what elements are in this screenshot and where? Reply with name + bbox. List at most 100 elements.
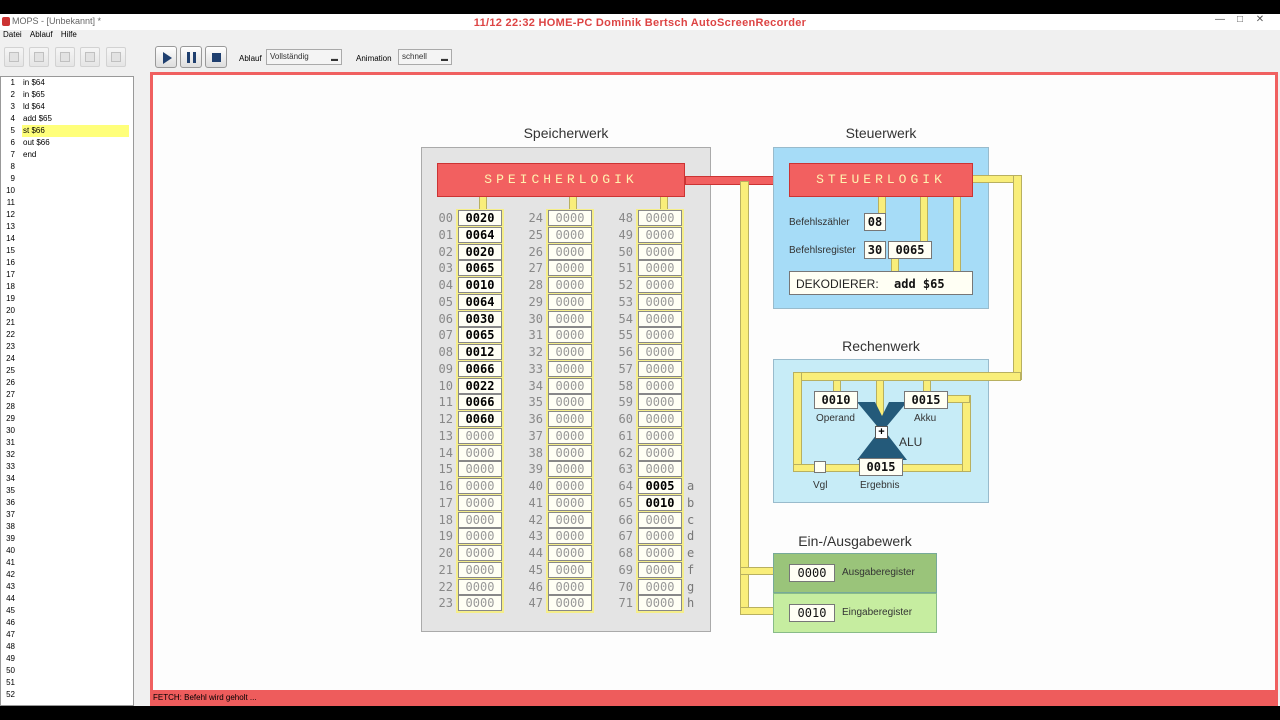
- editor-line[interactable]: 2 in $65: [1, 89, 133, 101]
- memory-cell[interactable]: 0000: [548, 494, 592, 511]
- editor-line[interactable]: 42: [1, 569, 133, 581]
- memory-cell[interactable]: 0000: [548, 210, 592, 226]
- editor-line[interactable]: 34: [1, 473, 133, 485]
- memory-cell[interactable]: 0030: [458, 310, 502, 327]
- line-code[interactable]: [22, 161, 129, 173]
- save-button[interactable]: [55, 47, 75, 67]
- eingaberegister[interactable]: 0010: [789, 604, 835, 622]
- line-code[interactable]: [22, 425, 129, 437]
- line-code[interactable]: [22, 269, 129, 281]
- editor-line[interactable]: 22: [1, 329, 133, 341]
- line-code[interactable]: [22, 437, 129, 449]
- editor-line[interactable]: 5 st $66: [1, 125, 133, 137]
- editor-line[interactable]: 25: [1, 365, 133, 377]
- editor-line[interactable]: 23: [1, 341, 133, 353]
- animation-select[interactable]: schnell ▬: [398, 49, 452, 65]
- memory-cell[interactable]: 0000: [638, 461, 682, 478]
- memory-cell[interactable]: 0000: [458, 595, 502, 612]
- maximize-icon[interactable]: □: [1233, 14, 1247, 26]
- editor-line[interactable]: 39: [1, 533, 133, 545]
- menu-datei[interactable]: Datei: [3, 30, 22, 39]
- line-code[interactable]: [22, 257, 129, 269]
- pause-button[interactable]: [180, 46, 202, 68]
- new-file-button[interactable]: [4, 47, 24, 67]
- memory-cell[interactable]: 0066: [458, 394, 502, 411]
- editor-line[interactable]: 44: [1, 593, 133, 605]
- line-code[interactable]: [22, 449, 129, 461]
- line-code[interactable]: [22, 545, 129, 557]
- memory-cell[interactable]: 0064: [458, 293, 502, 310]
- line-code[interactable]: [22, 533, 129, 545]
- line-code[interactable]: [22, 605, 129, 617]
- memory-cell[interactable]: 0000: [638, 394, 682, 411]
- line-code[interactable]: [22, 653, 129, 665]
- line-code[interactable]: [22, 593, 129, 605]
- line-code[interactable]: [22, 317, 129, 329]
- editor-line[interactable]: 24: [1, 353, 133, 365]
- memory-cell[interactable]: 0000: [458, 561, 502, 578]
- editor-line[interactable]: 49: [1, 653, 133, 665]
- line-code[interactable]: [22, 677, 129, 689]
- line-code[interactable]: [22, 473, 129, 485]
- open-file-button[interactable]: [29, 47, 49, 67]
- editor-line[interactable]: 46: [1, 617, 133, 629]
- memory-cell[interactable]: 0000: [638, 545, 682, 561]
- memory-cell[interactable]: 0000: [458, 478, 502, 494]
- stop-button[interactable]: [205, 46, 227, 68]
- memory-cell[interactable]: 0000: [548, 243, 592, 260]
- editor-line[interactable]: 38: [1, 521, 133, 533]
- editor-line[interactable]: 9: [1, 173, 133, 185]
- editor-line[interactable]: 36: [1, 497, 133, 509]
- editor-line[interactable]: 20: [1, 305, 133, 317]
- memory-cell[interactable]: 0000: [548, 293, 592, 310]
- memory-cell[interactable]: 0000: [638, 377, 682, 394]
- memory-cell[interactable]: 0000: [548, 360, 592, 377]
- memory-cell[interactable]: 0012: [458, 344, 502, 360]
- line-code[interactable]: [22, 497, 129, 509]
- editor-line[interactable]: 51: [1, 677, 133, 689]
- line-code[interactable]: [22, 641, 129, 653]
- editor-line[interactable]: 35: [1, 485, 133, 497]
- memory-cell[interactable]: 0000: [638, 260, 682, 277]
- line-code[interactable]: [22, 353, 129, 365]
- memory-cell[interactable]: 0010: [638, 494, 682, 511]
- editor-line[interactable]: 50: [1, 665, 133, 677]
- memory-cell[interactable]: 0000: [638, 411, 682, 427]
- minimize-icon[interactable]: —: [1213, 14, 1227, 26]
- memory-cell[interactable]: 0000: [458, 494, 502, 511]
- memory-cell[interactable]: 0000: [548, 277, 592, 293]
- editor-line[interactable]: 16: [1, 257, 133, 269]
- line-code[interactable]: [22, 401, 129, 413]
- line-code[interactable]: in $65: [22, 89, 129, 101]
- memory-cell[interactable]: 0000: [548, 461, 592, 478]
- memory-cell[interactable]: 0000: [548, 595, 592, 612]
- line-code[interactable]: [22, 245, 129, 257]
- memory-cell[interactable]: 0000: [548, 427, 592, 444]
- editor-line[interactable]: 19: [1, 293, 133, 305]
- line-code[interactable]: [22, 221, 129, 233]
- memory-cell[interactable]: 0000: [458, 444, 502, 461]
- line-code[interactable]: [22, 569, 129, 581]
- line-code[interactable]: st $66: [22, 125, 129, 137]
- line-code[interactable]: out $66: [22, 137, 129, 149]
- check-button[interactable]: [80, 47, 100, 67]
- memory-cell[interactable]: 0000: [638, 293, 682, 310]
- memory-cell[interactable]: 0065: [458, 327, 502, 344]
- line-code[interactable]: [22, 413, 129, 425]
- line-code[interactable]: [22, 665, 129, 677]
- memory-cell[interactable]: 0000: [548, 327, 592, 344]
- editor-line[interactable]: 41: [1, 557, 133, 569]
- memory-cell[interactable]: 0000: [638, 327, 682, 344]
- memory-cell[interactable]: 0066: [458, 360, 502, 377]
- editor-line[interactable]: 52: [1, 689, 133, 701]
- editor-line[interactable]: 26: [1, 377, 133, 389]
- editor-line[interactable]: 31: [1, 437, 133, 449]
- memory-cell[interactable]: 0000: [458, 528, 502, 545]
- line-code[interactable]: [22, 485, 129, 497]
- editor-line[interactable]: 8: [1, 161, 133, 173]
- memory-cell[interactable]: 0000: [548, 344, 592, 360]
- memory-cell[interactable]: 0000: [548, 478, 592, 494]
- editor-line[interactable]: 17: [1, 269, 133, 281]
- editor-line[interactable]: 15: [1, 245, 133, 257]
- memory-cell[interactable]: 0000: [638, 360, 682, 377]
